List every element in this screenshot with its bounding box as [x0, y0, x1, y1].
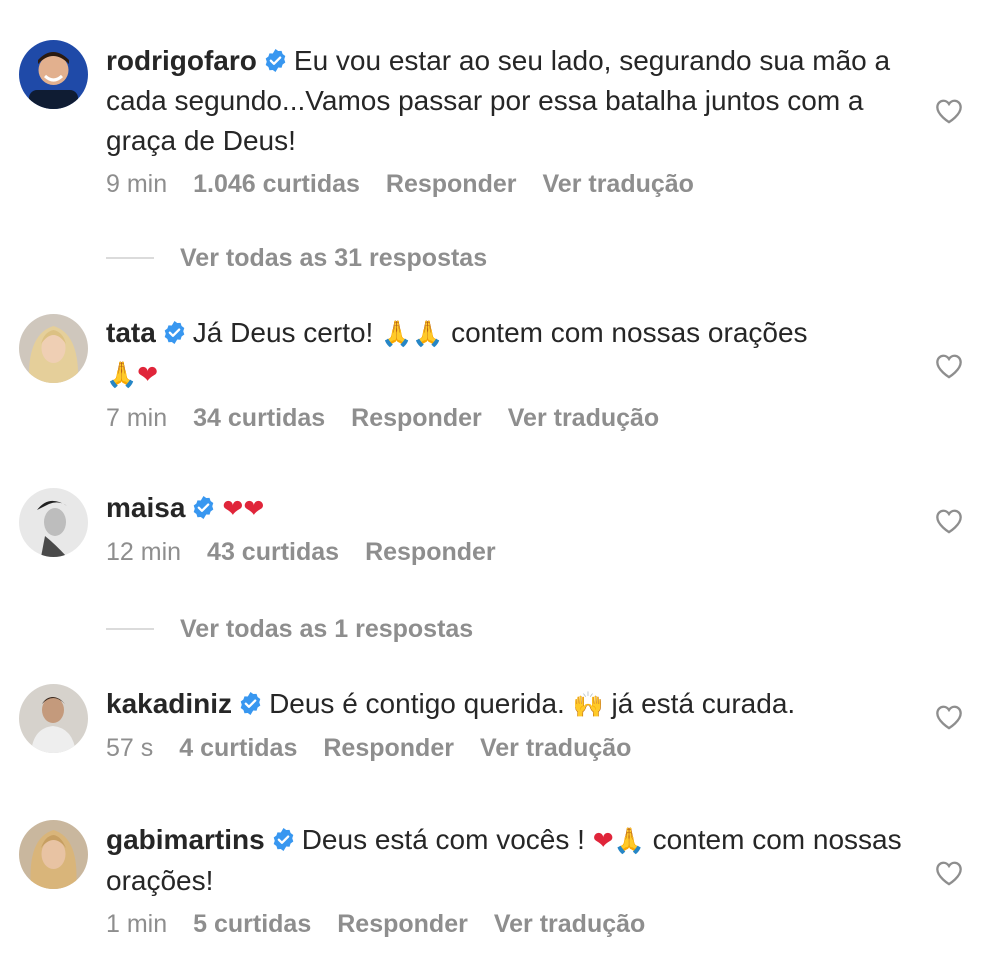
- verified-badge-icon: [194, 496, 214, 519]
- username-gabimartins[interactable]: gabimartins: [106, 824, 265, 855]
- red-heart-emoji: ❤: [592, 826, 614, 855]
- comment-text: kakadiniz Deus é contigo querida. 🙌 já es…: [106, 684, 906, 725]
- reply-button[interactable]: Responder: [365, 538, 496, 566]
- username-rodrigofaro[interactable]: rodrigofaro: [106, 45, 257, 76]
- comment-meta: 1 min 5 curtidas Responder Ver tradução: [106, 906, 906, 942]
- praying-hands-emoji: 🙏: [613, 826, 645, 855]
- replies-divider: [106, 257, 154, 259]
- view-replies-button[interactable]: Ver todas as 31 respostas: [106, 240, 487, 276]
- avatar-tata[interactable]: [19, 314, 88, 383]
- praying-hands-emoji: 🙏🙏: [381, 319, 444, 348]
- comment-body: Deus é contigo querida.: [269, 688, 573, 719]
- username-tata[interactable]: tata: [106, 317, 156, 348]
- heart-outline-icon[interactable]: [935, 98, 963, 124]
- view-replies-label: Ver todas as 1 respostas: [180, 615, 474, 643]
- translate-button[interactable]: Ver tradução: [480, 734, 631, 762]
- raising-hands-emoji: 🙌: [572, 690, 604, 719]
- view-replies-button[interactable]: Ver todas as 1 respostas: [106, 611, 473, 647]
- comment-body: Já Deus certo!: [192, 317, 382, 348]
- likes-count[interactable]: 4 curtidas: [179, 734, 297, 762]
- username-kakadiniz[interactable]: kakadiniz: [106, 688, 232, 719]
- view-replies-label: Ver todas as 31 respostas: [180, 244, 488, 272]
- translate-button[interactable]: Ver tradução: [508, 404, 659, 432]
- heart-outline-icon[interactable]: [935, 704, 963, 730]
- praying-hands-emoji: 🙏: [106, 360, 138, 389]
- verified-badge-icon: [265, 49, 286, 72]
- comment-text: rodrigofaro Eu vou estar ao seu lado, seg…: [106, 41, 906, 161]
- avatar-maisa[interactable]: [19, 488, 88, 557]
- comment-body: Deus está com vocês !: [301, 824, 593, 855]
- comment-text: tata Já Deus certo! 🙏🙏 contem com nossas …: [106, 313, 906, 395]
- verified-badge-icon: [164, 321, 185, 344]
- reply-button[interactable]: Responder: [351, 404, 482, 432]
- avatar-rodrigofaro[interactable]: [19, 40, 88, 109]
- comment-meta: 7 min 34 curtidas Responder Ver tradução: [106, 400, 906, 436]
- comment-meta: 12 min 43 curtidas Responder: [106, 534, 906, 570]
- heart-outline-icon[interactable]: [935, 508, 963, 534]
- comment-meta: 57 s 4 curtidas Responder Ver tradução: [106, 730, 906, 766]
- red-heart-emoji: ❤: [137, 360, 159, 389]
- reply-button[interactable]: Responder: [337, 910, 468, 938]
- heart-outline-icon[interactable]: [935, 860, 963, 886]
- translate-button[interactable]: Ver tradução: [494, 910, 645, 938]
- comment-time: 12 min: [106, 538, 182, 566]
- verified-badge-icon: [273, 828, 293, 851]
- translate-button[interactable]: Ver tradução: [543, 170, 694, 198]
- comment-meta: 9 min 1.046 curtidas Responder Ver tradução: [106, 166, 906, 202]
- avatar-gabimartins[interactable]: [19, 820, 88, 889]
- comment-body-continued: já está curada.: [603, 688, 796, 719]
- comment-time: 57 s: [106, 734, 154, 762]
- likes-count[interactable]: 5 curtidas: [193, 910, 311, 938]
- comment-text: gabimartins Deus está com vocês ! ❤🙏 cont…: [106, 820, 906, 901]
- replies-divider: [106, 628, 154, 630]
- reply-button[interactable]: Responder: [386, 170, 517, 198]
- avatar-kakadiniz[interactable]: [19, 684, 88, 753]
- comment-time: 9 min: [106, 170, 168, 198]
- verified-badge-icon: [240, 692, 261, 715]
- red-heart-emoji: ❤❤: [222, 494, 265, 523]
- reply-button[interactable]: Responder: [323, 734, 454, 762]
- comment-time: 1 min: [106, 910, 168, 938]
- comment-time: 7 min: [106, 404, 168, 432]
- comment-body-continued: contem com nossas orações: [443, 317, 808, 348]
- username-maisa[interactable]: maisa: [106, 492, 185, 523]
- likes-count[interactable]: 1.046 curtidas: [193, 170, 360, 198]
- likes-count[interactable]: 34 curtidas: [193, 404, 325, 432]
- likes-count[interactable]: 43 curtidas: [207, 538, 339, 566]
- heart-outline-icon[interactable]: [935, 353, 963, 379]
- comment-text: maisa ❤❤: [106, 488, 906, 529]
